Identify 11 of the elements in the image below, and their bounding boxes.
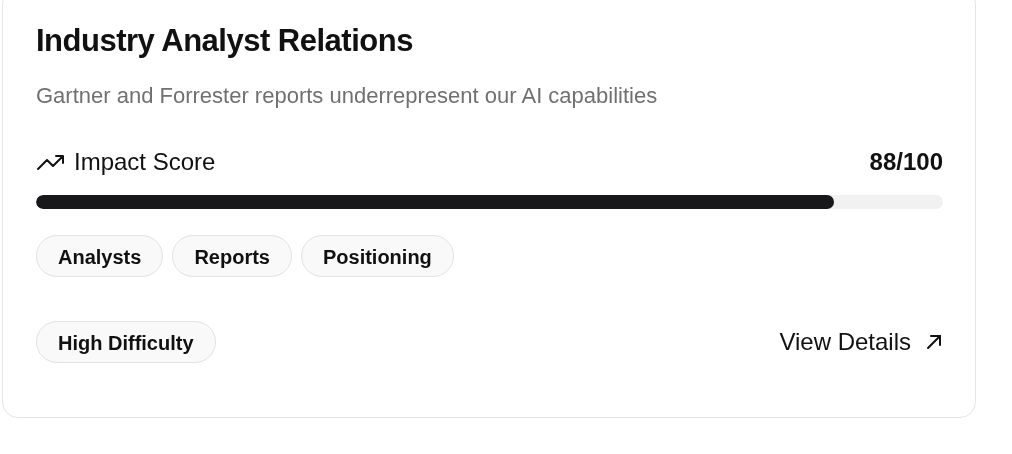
arrow-up-right-icon: [925, 333, 943, 351]
tag: Positioning: [300, 235, 454, 277]
impact-score: 88/100: [869, 147, 943, 177]
tag: Reports: [172, 235, 292, 277]
difficulty-badge: High Difficulty: [36, 321, 216, 363]
card-title: Industry Analyst Relations: [36, 22, 414, 60]
view-details-link[interactable]: View Details: [779, 328, 943, 356]
impact-label: Impact Score: [74, 147, 216, 177]
trend-up-icon: [36, 152, 66, 172]
tag: Analysts: [36, 235, 164, 277]
card-subtitle: Gartner and Forrester reports underrepresent our AI capabilities: [36, 82, 659, 110]
